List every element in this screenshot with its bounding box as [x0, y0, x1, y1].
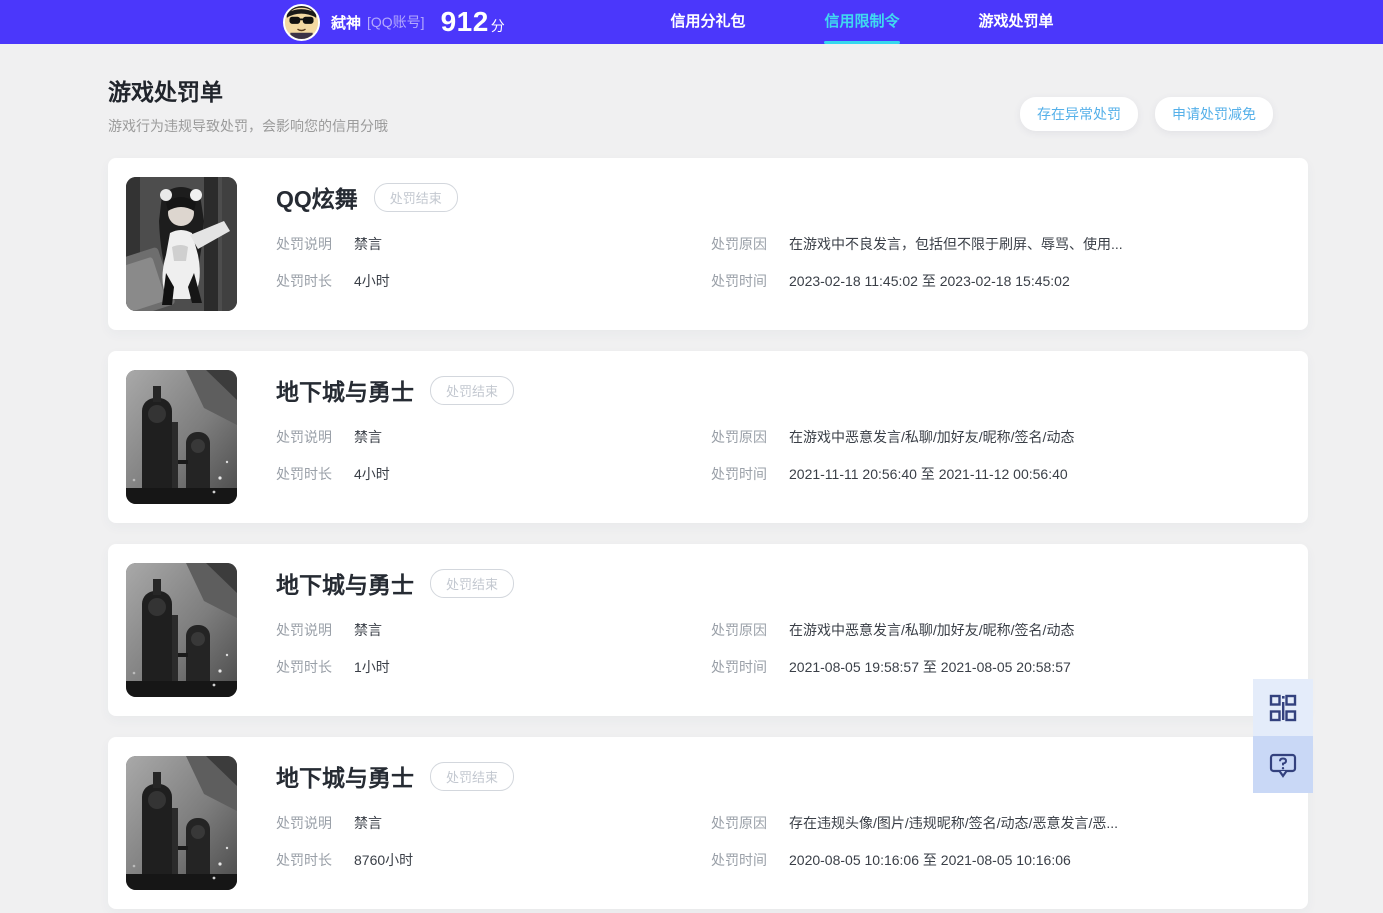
penalty-reason-label: 处罚原因: [711, 622, 767, 638]
game-thumbnail: [126, 563, 237, 697]
credit-score: 912 分: [441, 6, 505, 38]
status-badge: 处罚结束: [430, 568, 515, 598]
tab-game-penalty[interactable]: 游戏处罚单: [939, 0, 1093, 44]
penalty-reason-value: 在游戏中恶意发言/私聊/加好友/昵称/签名/动态: [789, 429, 1075, 445]
penalty-desc-label: 处罚说明: [276, 429, 332, 445]
status-badge: 处罚结束: [373, 182, 458, 212]
tab-credit-gift[interactable]: 信用分礼包: [631, 0, 785, 44]
penalty-card: 地下城与勇士 处罚结束 处罚说明 禁言 处罚原因 在游戏中恶意发言/私聊/加好友/昵…: [108, 351, 1308, 523]
penalty-duration-label: 处罚时长: [276, 659, 332, 675]
penalty-card-body: 地下城与勇士 处罚结束 处罚说明 禁言 处罚原因 在游戏中恶意发言/私聊/加好友/昵…: [276, 563, 1284, 697]
penalty-desc-value: 禁言: [354, 236, 382, 252]
game-thumbnail: [126, 756, 237, 890]
game-thumbnail: [126, 370, 237, 504]
penalty-duration-value: 1小时: [354, 659, 390, 675]
penalty-duration-label: 处罚时长: [276, 466, 332, 482]
penalty-relief-button[interactable]: 申请处罚减免: [1155, 97, 1273, 131]
page-header: 游戏处罚单 游戏行为违规导致处罚，会影响您的信用分哦 存在异常处罚 申请处罚减免: [108, 44, 1275, 136]
abnormal-penalty-button[interactable]: 存在异常处罚: [1020, 97, 1138, 131]
status-badge: 处罚结束: [430, 375, 515, 405]
user-name: 弑神: [331, 14, 362, 32]
help-button[interactable]: [1253, 736, 1313, 793]
penalty-card-body: QQ炫舞 处罚结束 处罚说明 禁言 处罚原因 在游戏中不良发言，包括但不限于刷屏、辱…: [276, 177, 1284, 311]
penalty-card-list: QQ炫舞 处罚结束 处罚说明 禁言 处罚原因 在游戏中不良发言，包括但不限于刷屏、辱…: [108, 158, 1308, 909]
penalty-card-body: 地下城与勇士 处罚结束 处罚说明 禁言 处罚原因 在游戏中恶意发言/私聊/加好友/昵…: [276, 370, 1284, 504]
penalty-desc-value: 禁言: [354, 429, 382, 445]
qr-code-button[interactable]: [1253, 679, 1313, 736]
penalty-time-value: 2021-08-05 19:58:57 至 2021-08-05 20:58:5…: [789, 659, 1071, 675]
penalty-time-value: 2020-08-05 10:16:06 至 2021-08-05 10:16:0…: [789, 852, 1071, 868]
game-title: 地下城与勇士: [276, 379, 414, 405]
penalty-desc-label: 处罚说明: [276, 815, 332, 831]
account-type-label: [QQ账号]: [367, 14, 425, 30]
credit-score-unit: 分: [490, 18, 505, 34]
penalty-reason-label: 处罚原因: [711, 429, 767, 445]
penalty-card-body: 地下城与勇士 处罚结束 处罚说明 禁言 处罚原因 存在违规头像/图片/违规昵称/签名…: [276, 756, 1284, 890]
game-title: QQ炫舞: [276, 186, 358, 212]
penalty-duration-label: 处罚时长: [276, 273, 332, 289]
penalty-duration-value: 4小时: [354, 273, 390, 289]
penalty-time-value: 2023-02-18 11:45:02 至 2023-02-18 15:45:0…: [789, 273, 1070, 289]
penalty-time-value: 2021-11-11 20:56:40 至 2021-11-12 00:56:4…: [789, 466, 1068, 482]
penalty-desc-value: 禁言: [354, 622, 382, 638]
penalty-desc-label: 处罚说明: [276, 622, 332, 638]
page-actions: 存在异常处罚 申请处罚减免: [1020, 97, 1273, 131]
penalty-reason-label: 处罚原因: [711, 236, 767, 252]
credit-score-value: 912: [440, 6, 489, 37]
penalty-duration-value: 4小时: [354, 466, 390, 482]
penalty-time-label: 处罚时间: [711, 273, 767, 289]
penalty-duration-label: 处罚时长: [276, 852, 332, 868]
penalty-time-label: 处罚时间: [711, 852, 767, 868]
floating-side-buttons: [1253, 679, 1313, 793]
penalty-desc-value: 禁言: [354, 815, 382, 831]
penalty-time-label: 处罚时间: [711, 659, 767, 675]
avatar[interactable]: [283, 3, 320, 41]
penalty-desc-label: 处罚说明: [276, 236, 332, 252]
game-title: 地下城与勇士: [276, 572, 414, 598]
game-title: 地下城与勇士: [276, 765, 414, 791]
penalty-card: QQ炫舞 处罚结束 处罚说明 禁言 处罚原因 在游戏中不良发言，包括但不限于刷屏、辱…: [108, 158, 1308, 330]
game-thumbnail: [126, 177, 237, 311]
top-header-bar: 弑神 [QQ账号] 912 分 信用分礼包 信用限制令 游戏处罚单: [0, 0, 1383, 44]
penalty-duration-value: 8760小时: [354, 852, 414, 868]
penalty-reason-value: 存在违规头像/图片/违规昵称/签名/动态/恶意发言/恶...: [789, 815, 1119, 831]
penalty-time-label: 处罚时间: [711, 466, 767, 482]
status-badge: 处罚结束: [430, 761, 515, 791]
penalty-reason-value: 在游戏中恶意发言/私聊/加好友/昵称/签名/动态: [789, 622, 1075, 638]
top-nav-tabs: 信用分礼包 信用限制令 游戏处罚单: [631, 0, 1093, 44]
help-question-icon: [1267, 749, 1299, 781]
user-info: 弑神 [QQ账号] 912 分: [283, 3, 505, 41]
tab-credit-restriction[interactable]: 信用限制令: [785, 0, 939, 44]
penalty-card: 地下城与勇士 处罚结束 处罚说明 禁言 处罚原因 在游戏中恶意发言/私聊/加好友/昵…: [108, 544, 1308, 716]
penalty-card: 地下城与勇士 处罚结束 处罚说明 禁言 处罚原因 存在违规头像/图片/违规昵称/签名…: [108, 737, 1308, 909]
penalty-reason-label: 处罚原因: [711, 815, 767, 831]
qr-code-icon: [1268, 693, 1298, 723]
penalty-reason-value: 在游戏中不良发言，包括但不限于刷屏、辱骂、使用...: [789, 236, 1123, 252]
